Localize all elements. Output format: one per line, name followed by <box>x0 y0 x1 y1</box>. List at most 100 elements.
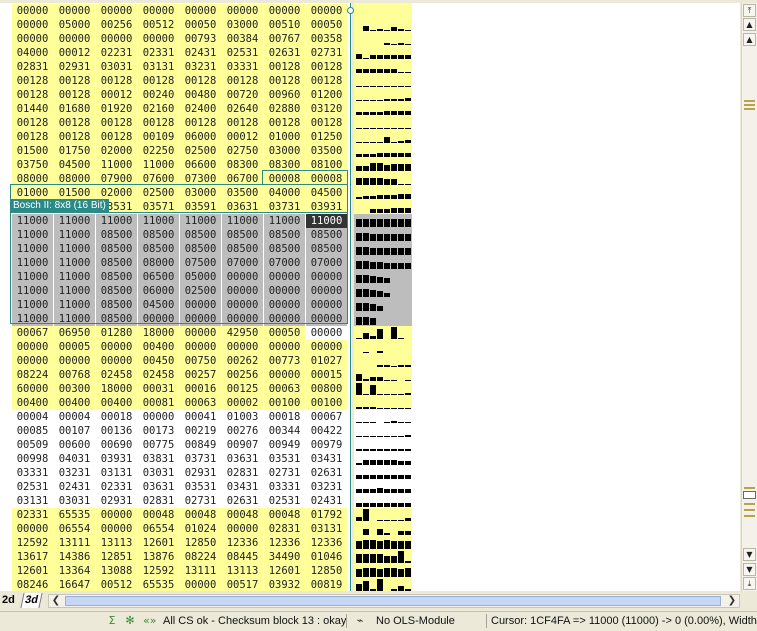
hex-cell[interactable]: 00000 <box>96 522 137 536</box>
hex-cell[interactable]: 00100 <box>264 396 305 410</box>
hex-cell[interactable]: 08300 <box>264 158 305 172</box>
hex-cell[interactable]: 08500 <box>306 228 347 242</box>
hex-cell[interactable]: 00128 <box>138 116 179 130</box>
hex-cell[interactable]: 07500 <box>180 256 221 270</box>
hex-cell[interactable]: 01003 <box>222 410 263 424</box>
hex-cell[interactable]: 03631 <box>222 200 263 214</box>
hex-cell[interactable]: 00000 <box>96 340 137 354</box>
hex-cell[interactable]: 00128 <box>222 116 263 130</box>
hex-cell[interactable]: 03031 <box>54 494 95 508</box>
hex-cell[interactable]: 02931 <box>54 60 95 74</box>
hex-cell[interactable]: 07000 <box>222 256 263 270</box>
hex-cell[interactable]: 03131 <box>12 494 53 508</box>
hex-cell[interactable]: 02000 <box>96 144 137 158</box>
scroll-up-icon[interactable]: ▲ <box>743 33 756 46</box>
hex-cell[interactable]: 02160 <box>138 102 179 116</box>
view-divider[interactable] <box>350 3 351 591</box>
hex-cell[interactable]: 13111 <box>54 536 95 550</box>
hex-cell[interactable]: 00000 <box>306 270 347 284</box>
hex-cell[interactable]: 02431 <box>54 480 95 494</box>
hex-cell[interactable]: 00128 <box>264 60 305 74</box>
hex-cell[interactable]: 02750 <box>222 144 263 158</box>
hex-cell[interactable]: 16647 <box>54 578 95 591</box>
hex-cell[interactable]: 01200 <box>306 88 347 102</box>
hex-cell[interactable]: 00048 <box>138 508 179 522</box>
hex-cell[interactable]: 00128 <box>12 74 53 88</box>
hex-cell[interactable]: 13088 <box>96 564 137 578</box>
hex-cell[interactable]: 11000 <box>54 270 95 284</box>
hex-cell[interactable]: 07900 <box>96 172 137 186</box>
hex-cell[interactable]: 03431 <box>306 452 347 466</box>
hex-cell[interactable]: 00000 <box>96 4 137 18</box>
hex-cell[interactable]: 03931 <box>96 452 137 466</box>
hex-cell[interactable]: 08500 <box>264 228 305 242</box>
hex-cell[interactable]: 00128 <box>96 130 137 144</box>
hex-cell[interactable]: 13364 <box>54 564 95 578</box>
hex-cell[interactable]: 00004 <box>12 410 53 424</box>
hex-cell[interactable]: 03731 <box>264 200 305 214</box>
hex-cell[interactable]: 18000 <box>96 382 137 396</box>
hex-cell[interactable]: 02400 <box>180 102 221 116</box>
hex-cell[interactable]: 00000 <box>180 326 221 340</box>
hex-cell[interactable]: 00300 <box>54 382 95 396</box>
hex-cell[interactable]: 03231 <box>54 466 95 480</box>
hex-cell[interactable]: 02531 <box>222 46 263 60</box>
hex-cell[interactable]: 04000 <box>264 186 305 200</box>
hex-cell[interactable]: 03831 <box>138 452 179 466</box>
hex-cell[interactable]: 00000 <box>180 4 221 18</box>
hex-cell[interactable]: 02331 <box>12 508 53 522</box>
hex-cell[interactable]: 00063 <box>264 382 305 396</box>
hex-cell[interactable]: 12850 <box>180 536 221 550</box>
hex-cell[interactable]: 08500 <box>96 284 137 298</box>
hex-cell[interactable]: 00173 <box>138 424 179 438</box>
hex-cell[interactable]: 00018 <box>264 410 305 424</box>
hex-cell[interactable]: 00219 <box>180 424 221 438</box>
hex-cell[interactable]: 00125 <box>222 382 263 396</box>
hex-cell[interactable]: 00998 <box>12 452 53 466</box>
hex-cell[interactable]: 00000 <box>222 340 263 354</box>
hex-cell[interactable]: 08500 <box>96 270 137 284</box>
hex-cell[interactable]: 02458 <box>96 368 137 382</box>
hex-cell[interactable]: 02431 <box>180 46 221 60</box>
hex-cell[interactable]: 00907 <box>222 438 263 452</box>
hex-cell[interactable]: 00422 <box>306 424 347 438</box>
hex-cell[interactable]: 00128 <box>12 116 53 130</box>
hex-cell[interactable]: 11000 <box>12 242 53 256</box>
hex-cell[interactable]: 11000 <box>306 214 347 228</box>
hex-cell[interactable]: 00085 <box>12 424 53 438</box>
hex-cell[interactable]: 03231 <box>180 60 221 74</box>
hex-cell[interactable]: 12850 <box>306 564 347 578</box>
hex-cell[interactable]: 03500 <box>306 144 347 158</box>
hex-cell[interactable]: 08500 <box>138 228 179 242</box>
hex-cell[interactable]: 02831 <box>264 522 305 536</box>
hex-cell[interactable]: 03571 <box>138 200 179 214</box>
hex-cell[interactable]: 04500 <box>138 298 179 312</box>
hex-cell[interactable]: 01000 <box>264 130 305 144</box>
hex-cell[interactable]: 00000 <box>306 340 347 354</box>
hex-cell[interactable]: 13113 <box>96 536 137 550</box>
hex-cell[interactable]: 02250 <box>138 144 179 158</box>
scroll-top-icon[interactable]: ⤒ <box>743 4 756 17</box>
hex-cell[interactable]: 00000 <box>12 32 53 46</box>
hex-cell[interactable]: 11000 <box>54 228 95 242</box>
hex-cell[interactable]: 00400 <box>12 396 53 410</box>
hex-cell[interactable]: 11000 <box>54 256 95 270</box>
hex-cell[interactable]: 00000 <box>54 354 95 368</box>
hex-cell[interactable]: 00109 <box>138 130 179 144</box>
hex-cell[interactable]: 00000 <box>222 270 263 284</box>
hex-cell[interactable]: 00400 <box>54 396 95 410</box>
hex-cell[interactable]: 08224 <box>12 368 53 382</box>
hex-cell[interactable]: 08500 <box>96 298 137 312</box>
hex-cell[interactable]: 03000 <box>180 186 221 200</box>
hex-cell[interactable]: 00750 <box>180 354 221 368</box>
hex-cell[interactable]: 00005 <box>54 340 95 354</box>
hex-cell[interactable]: 00256 <box>96 18 137 32</box>
hex-cell[interactable]: 11000 <box>96 214 137 228</box>
hex-cell[interactable]: 00000 <box>180 340 221 354</box>
hex-cell[interactable]: 00949 <box>264 438 305 452</box>
hex-cell[interactable]: 00400 <box>96 396 137 410</box>
hex-cell[interactable]: 08445 <box>222 550 263 564</box>
hex-cell[interactable]: 11000 <box>138 214 179 228</box>
hex-cell[interactable]: 02731 <box>306 46 347 60</box>
hex-cell[interactable]: 00767 <box>264 32 305 46</box>
